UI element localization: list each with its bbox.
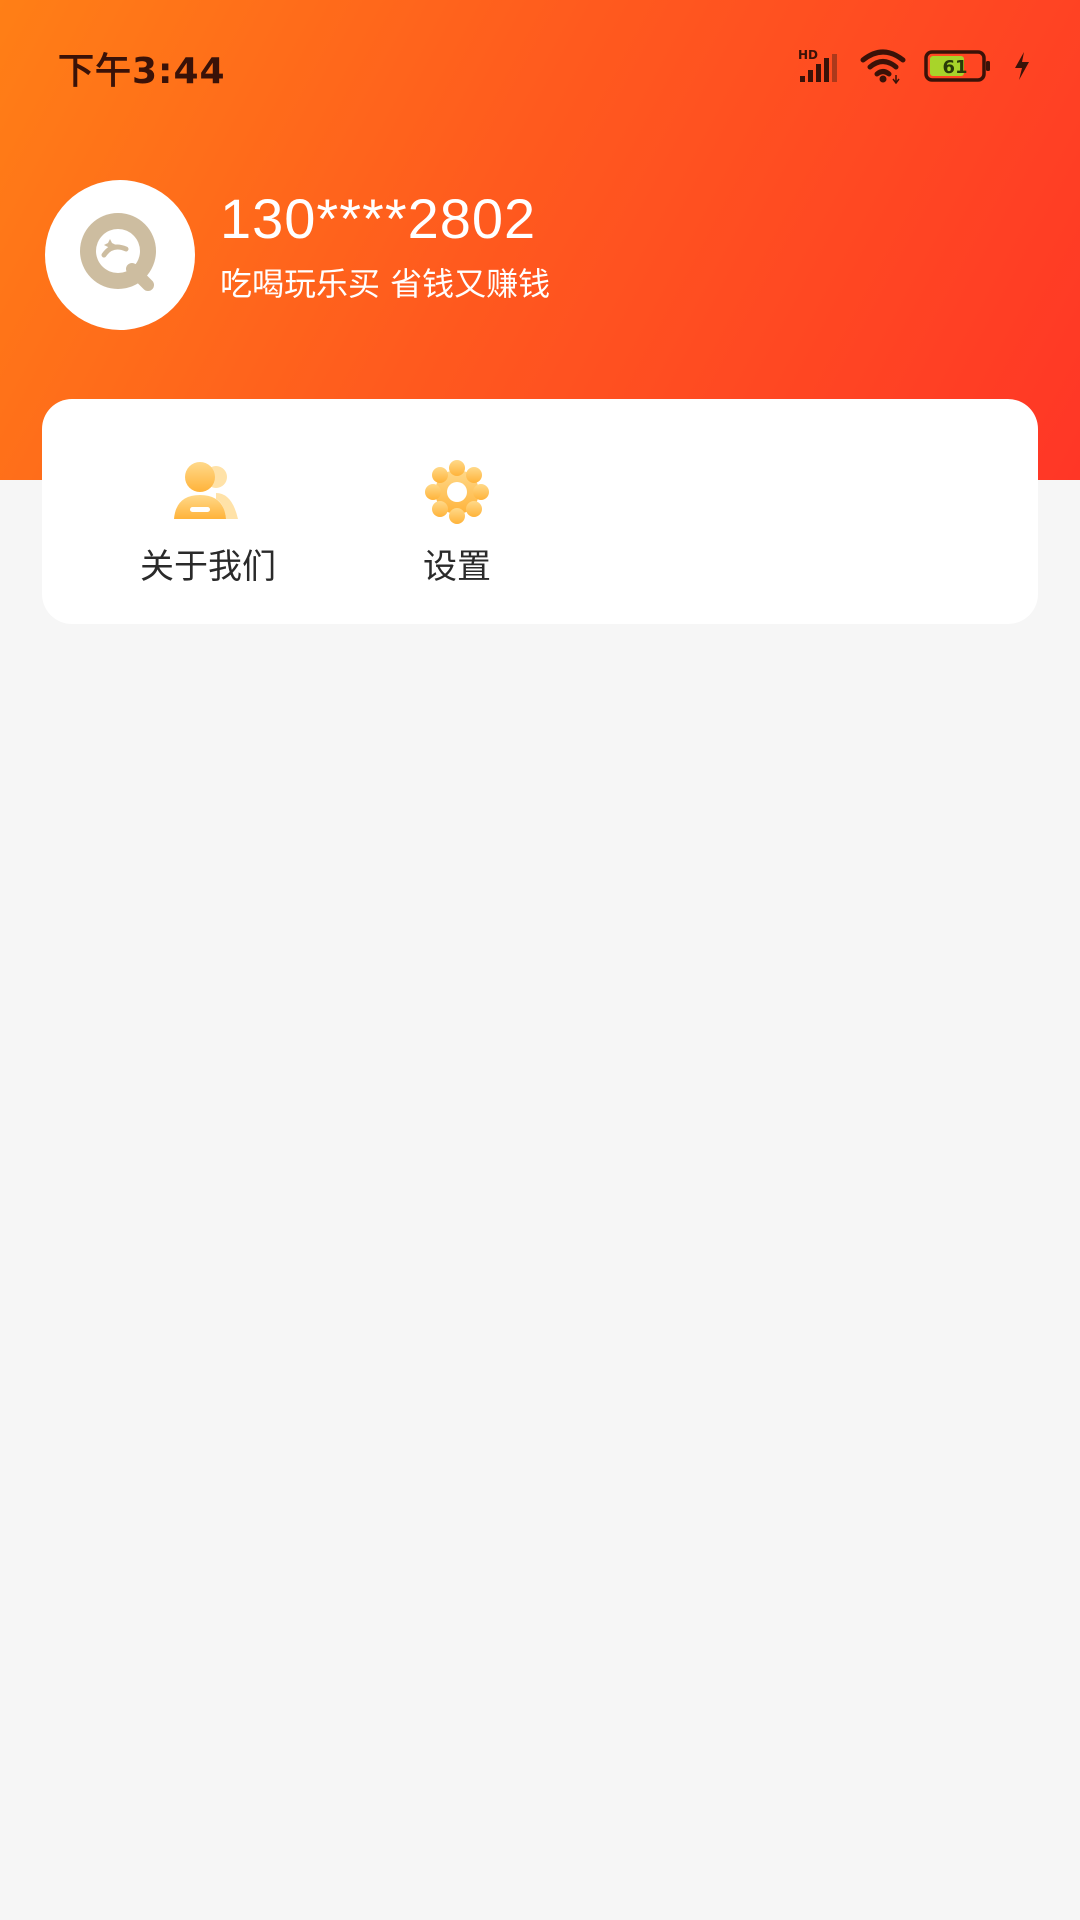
settings-label: 设置 <box>423 547 491 587</box>
wifi-icon <box>860 48 906 84</box>
avatar[interactable] <box>45 180 195 330</box>
hd-signal-icon: HD <box>798 48 842 84</box>
settings-button[interactable]: 设置 <box>372 459 542 589</box>
about-us-button[interactable]: 关于我们 <box>123 459 293 589</box>
svg-text:61: 61 <box>942 57 967 78</box>
username: 130****2802 <box>220 187 537 250</box>
charging-bolt-icon <box>1012 51 1032 81</box>
profile-screen: 下午3:44 HD 61 130****2802 吃喝玩乐买 省钱又赚钱 关于我… <box>0 0 1080 1920</box>
about-us-icon <box>170 459 246 525</box>
settings-gear-icon <box>419 459 495 525</box>
status-icons: HD 61 <box>798 46 1032 86</box>
app-logo-icon <box>70 203 170 307</box>
menu-card: 关于我们 设置 <box>42 399 1038 624</box>
status-bar: 下午3:44 HD 61 <box>0 0 1080 130</box>
about-us-label: 关于我们 <box>140 547 276 587</box>
status-time: 下午3:44 <box>58 51 226 92</box>
slogan: 吃喝玩乐买 省钱又赚钱 <box>220 265 551 303</box>
svg-text:HD: HD <box>798 48 818 62</box>
battery-icon: 61 <box>924 50 994 82</box>
